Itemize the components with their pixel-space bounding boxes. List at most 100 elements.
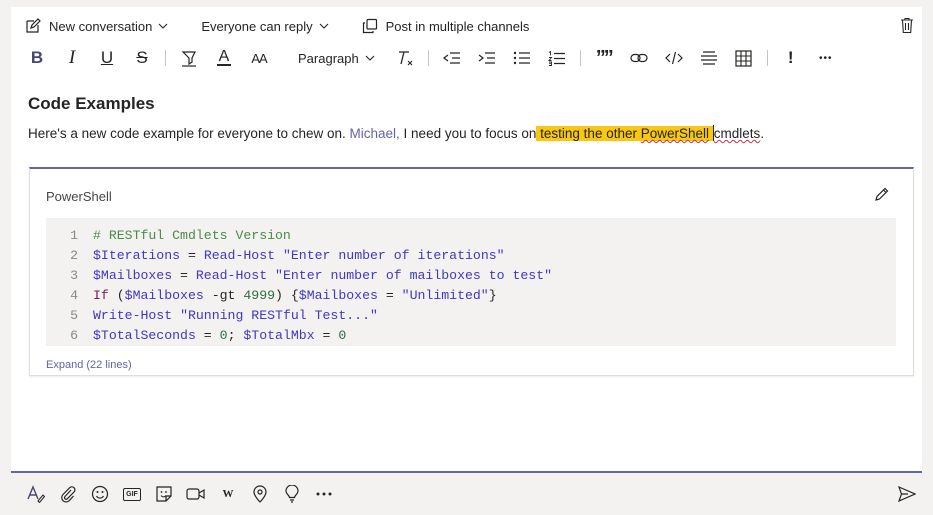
strikethrough-button[interactable]: S <box>130 47 154 69</box>
pencil-icon <box>875 187 889 201</box>
clear-formatting-button[interactable] <box>393 47 417 69</box>
code-token: "Unlimited" <box>401 288 489 303</box>
format-icon <box>27 485 46 503</box>
code-preview: 1 # RESTful Cmdlets Version 2 $Iterations =… <box>46 218 896 346</box>
misspelled-word: PowerShell <box>640 126 710 141</box>
more-apps-button[interactable] <box>313 483 335 505</box>
font-color-label: A <box>218 48 230 65</box>
code-token: = <box>314 328 339 343</box>
toolbar-divider <box>165 50 166 66</box>
bulleted-list-button[interactable] <box>510 47 534 69</box>
code-token: "Enter number of mailboxes to test" <box>275 268 553 283</box>
code-token: 0 <box>219 328 228 343</box>
expand-code-link[interactable]: Expand (22 lines) <box>46 359 132 371</box>
formatting-toolbar: B I U S A AA Paragraph ”” ! ••• <box>25 47 849 69</box>
code-token: Read-Host <box>203 248 276 263</box>
horizontal-rule-icon <box>700 51 717 65</box>
user-mention[interactable]: Michael, <box>350 126 400 141</box>
code-language-label: PowerShell <box>46 189 112 204</box>
meet-now-button[interactable] <box>185 483 207 505</box>
numbered-list-button[interactable] <box>545 47 569 69</box>
italic-button[interactable]: I <box>60 47 84 69</box>
horizontal-rule-button[interactable] <box>697 47 721 69</box>
line-number: 6 <box>70 328 78 343</box>
indent-icon <box>478 52 495 64</box>
code-icon <box>664 51 683 65</box>
sticker-button[interactable] <box>153 483 175 505</box>
code-line: 6 $TotalSeconds = 0; $TotalMbx = 0 <box>46 326 346 346</box>
underline-button[interactable]: U <box>95 47 119 69</box>
send-button[interactable] <box>896 483 918 505</box>
code-token: Read-Host <box>195 268 268 283</box>
toolbar-divider <box>579 50 581 66</box>
chevron-down-icon <box>319 23 328 29</box>
table-icon <box>735 49 752 67</box>
code-token: "Enter number of iterations" <box>282 248 505 263</box>
mark-important-button[interactable]: ! <box>779 47 803 69</box>
wiki-button[interactable]: W <box>217 483 239 505</box>
gif-button[interactable]: GIF <box>121 483 143 505</box>
code-token: 4999 <box>243 288 276 303</box>
bold-button[interactable]: B <box>25 47 49 69</box>
message-text-intro: Here's a new code example for everyone t… <box>28 126 350 141</box>
code-token: $Mailboxes <box>124 288 204 303</box>
numbered-list-icon <box>547 50 565 66</box>
toolbar-divider <box>427 50 429 66</box>
line-number: 4 <box>70 288 78 303</box>
compose-icon <box>26 18 41 33</box>
gif-label: GIF <box>126 490 138 498</box>
code-token: = <box>180 248 204 263</box>
message-heading: Code Examples <box>28 94 155 113</box>
increase-indent-button[interactable] <box>475 47 499 69</box>
gif-icon: GIF <box>123 487 141 501</box>
code-token: = <box>172 268 196 283</box>
toolbar-divider <box>766 50 768 66</box>
location-button[interactable] <box>249 483 271 505</box>
copy-channels-icon <box>362 18 377 34</box>
reply-setting-dropdown[interactable]: Everyone can reply <box>201 19 336 34</box>
insert-table-button[interactable] <box>732 47 756 69</box>
decrease-indent-button[interactable] <box>440 47 464 69</box>
code-token: If <box>93 288 109 303</box>
code-line: 4 If ($Mailboxes -gt 4999) {$Mailboxes = … <box>46 286 497 306</box>
code-token: 0 <box>338 328 347 343</box>
insert-link-button[interactable] <box>627 47 651 69</box>
lightbulb-icon <box>285 485 299 503</box>
font-size-button[interactable]: AA <box>247 47 271 69</box>
font-color-button[interactable]: A <box>212 47 236 69</box>
praise-button[interactable] <box>281 483 303 505</box>
new-conversation-button[interactable]: New conversation <box>25 18 176 34</box>
emoji-button[interactable] <box>89 483 111 505</box>
highlighted-text: testing the other PowerShell <box>536 126 713 141</box>
highlighted-text-start: testing the other <box>536 126 641 141</box>
send-icon <box>898 486 916 502</box>
post-multiple-channels-button[interactable]: Post in multiple channels <box>362 18 529 34</box>
misspelled-word: cmdlets <box>713 126 761 141</box>
line-number: 1 <box>70 228 78 243</box>
message-body[interactable]: Here's a new code example for everyone t… <box>28 125 764 143</box>
discard-button[interactable] <box>900 17 914 39</box>
attach-button[interactable] <box>57 483 79 505</box>
code-line: 2 $Iterations = Read-Host "Enter number o… <box>46 246 505 266</box>
composer-actions-bar: GIF W <box>11 473 922 515</box>
edit-code-button[interactable] <box>874 187 889 207</box>
line-number: 5 <box>70 308 78 323</box>
message-text-end: . <box>760 126 765 141</box>
paragraph-style-dropdown[interactable]: Paragraph <box>298 51 375 66</box>
code-token: = <box>377 288 402 303</box>
quote-button[interactable]: ”” <box>592 47 616 69</box>
format-button[interactable] <box>25 483 47 505</box>
highlight-button[interactable] <box>177 47 201 69</box>
emoji-icon <box>91 485 109 503</box>
more-options-button[interactable]: ••• <box>814 47 838 69</box>
video-camera-icon <box>186 488 205 500</box>
code-snippet-button[interactable] <box>662 47 686 69</box>
code-line: 1 # RESTful Cmdlets Version <box>46 226 291 246</box>
chevron-down-icon <box>158 23 168 29</box>
code-token: $Mailboxes <box>298 288 378 303</box>
link-icon <box>630 53 648 63</box>
composer-top-toolbar: New conversation Everyone can reply Post… <box>25 16 554 36</box>
code-token: "Running RESTful Test..." <box>180 308 378 323</box>
